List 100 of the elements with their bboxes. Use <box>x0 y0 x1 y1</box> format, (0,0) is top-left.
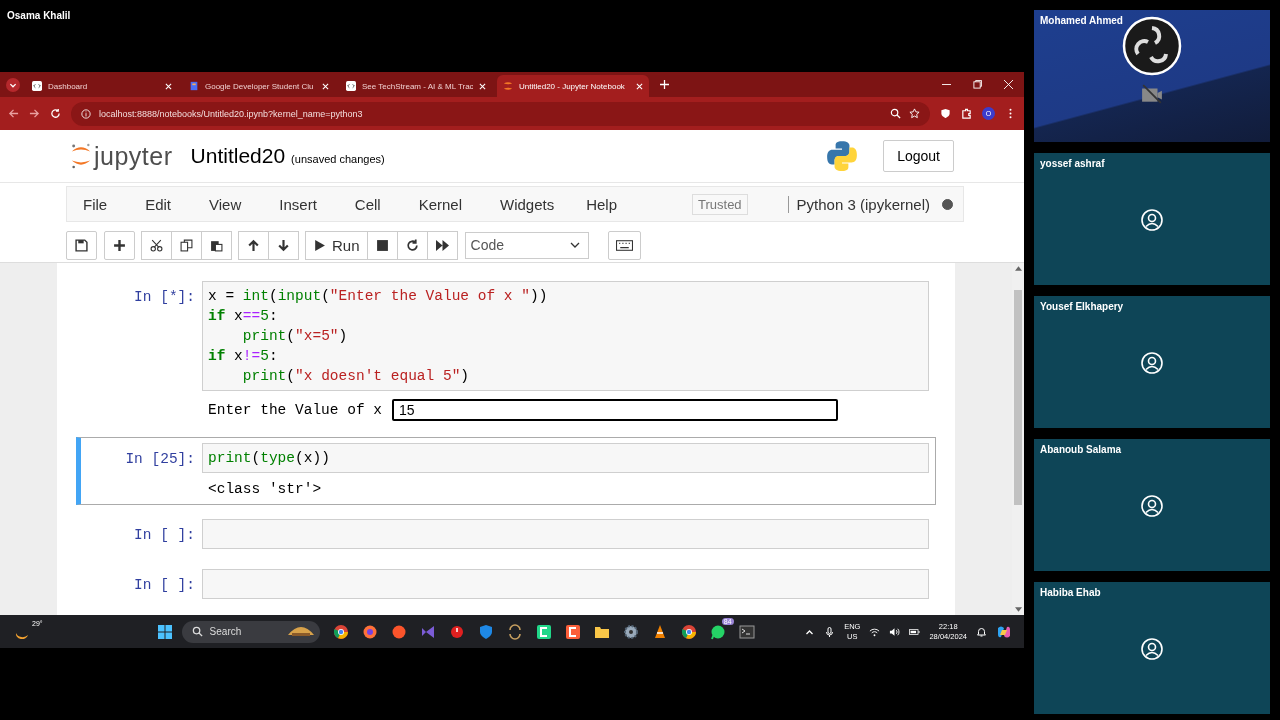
wifi-icon[interactable] <box>869 626 881 637</box>
arrow-down-icon <box>277 238 290 252</box>
star-icon[interactable] <box>909 108 920 119</box>
fast-forward-button[interactable] <box>426 230 458 260</box>
save-status: (unsaved changes) <box>291 153 385 165</box>
avatar-icon <box>1141 209 1163 231</box>
run-button[interactable]: Run <box>305 230 368 260</box>
cell-type-select[interactable]: Code <box>464 231 589 259</box>
fox-browser-icon[interactable] <box>361 623 378 640</box>
ribbon-icon[interactable] <box>419 623 436 640</box>
logout-button[interactable]: Logout <box>883 140 954 172</box>
participant-tile[interactable]: Mohamed Ahmed <box>1034 10 1270 142</box>
menu-item[interactable]: Insert <box>279 195 317 213</box>
gear-icon[interactable] <box>622 623 639 640</box>
menu-item[interactable]: Help <box>586 195 618 213</box>
puzzle-icon[interactable] <box>961 108 972 119</box>
input-field[interactable]: 15 <box>392 399 839 421</box>
reload-icon[interactable] <box>50 108 61 119</box>
brand-name: jupyter <box>94 141 173 171</box>
participant-tile[interactable]: Yousef Elkhapery <box>1034 296 1270 428</box>
plus-icon <box>113 238 126 252</box>
power-icon[interactable] <box>448 623 465 640</box>
stop-button[interactable] <box>366 230 398 260</box>
code-input[interactable] <box>202 569 929 599</box>
menu-item[interactable]: Edit <box>145 195 172 213</box>
kernel-name[interactable]: Python 3 (ipykernel) <box>787 195 930 213</box>
scissors-icon <box>150 238 163 252</box>
speaker-icon[interactable] <box>889 626 901 637</box>
code-input[interactable] <box>202 519 929 549</box>
menu-item[interactable]: Kernel <box>418 195 462 213</box>
forward-icon[interactable] <box>29 108 40 119</box>
notebook-cell[interactable]: In [ ]: <box>76 563 936 605</box>
menu-item[interactable]: View <box>209 195 242 213</box>
trusted-badge[interactable]: Trusted <box>692 193 748 215</box>
close-icon[interactable] <box>165 82 172 90</box>
notebook-cell[interactable]: In [ ]: <box>76 513 936 555</box>
close-icon[interactable] <box>636 82 643 90</box>
scrollbar-thumb[interactable] <box>1014 290 1022 505</box>
shield-icon[interactable] <box>940 108 951 119</box>
menu-item[interactable]: File <box>83 195 108 213</box>
round-browser-icon[interactable] <box>680 623 697 640</box>
copy-button[interactable] <box>171 230 202 260</box>
close-icon[interactable] <box>479 82 486 90</box>
close-icon[interactable] <box>1004 80 1013 89</box>
code-line: print("x doesn't equal 5") <box>241 367 471 386</box>
move-down-button[interactable] <box>268 230 299 260</box>
menu-item[interactable]: Widgets <box>500 195 555 213</box>
battery-icon[interactable] <box>909 626 921 637</box>
browser-tab[interactable]: Google Developer Student Clu <box>183 75 335 97</box>
cell-prompt: In [*]: <box>133 288 196 305</box>
menu-item[interactable]: Cell <box>354 195 381 213</box>
close-icon[interactable] <box>322 82 329 90</box>
chat-icon[interactable] <box>709 623 726 640</box>
back-icon[interactable] <box>8 108 19 119</box>
microphone-icon[interactable] <box>824 626 836 637</box>
scroll-down-icon[interactable] <box>1014 607 1022 612</box>
code-input[interactable]: x = int(input("Enter the Value of x ")) if x==5: print("x=5") if x!=5: print("x doesn't equal 5") <box>202 281 929 391</box>
code-tile-icon <box>346 81 356 91</box>
hat-icon <box>287 627 314 636</box>
round-browser-icon[interactable] <box>332 623 349 640</box>
restart-button[interactable] <box>396 230 428 260</box>
participant-tile[interactable]: Abanoub Salama <box>1034 439 1270 571</box>
search-field[interactable]: Search <box>181 620 320 643</box>
cell-prompt: In [25]: <box>124 450 196 467</box>
code-input[interactable]: print(type(x)) <box>202 443 929 473</box>
tab-search-icon[interactable] <box>6 77 20 92</box>
move-up-button[interactable] <box>238 230 269 260</box>
restore-icon[interactable] <box>973 80 982 89</box>
new-tab-icon[interactable] <box>660 80 669 89</box>
avatar-icon <box>1141 352 1163 374</box>
terminal-icon[interactable] <box>738 623 755 640</box>
keyboard-button[interactable] <box>607 230 641 260</box>
lion-browser-icon[interactable] <box>390 623 407 640</box>
notebook-cell[interactable]: In [25]: print(type(x)) <class 'str'> <box>76 437 936 505</box>
sync-icon[interactable] <box>506 623 523 640</box>
participant-tile[interactable]: yossef ashraf <box>1034 153 1270 285</box>
shield-icon[interactable] <box>477 623 494 640</box>
snake-logo-icon <box>825 139 860 173</box>
cut-button[interactable] <box>141 230 172 260</box>
participant-name: Habiba Ehab <box>1039 586 1102 598</box>
browser-tab[interactable]: See TechStream - AI & ML Trac <box>340 75 492 97</box>
bell-icon[interactable] <box>976 626 987 637</box>
save-button[interactable] <box>66 230 97 260</box>
paste-button[interactable] <box>201 230 232 260</box>
browser-tab[interactable]: Dashboard <box>26 75 178 97</box>
bracket-tile-icon[interactable] <box>535 623 552 640</box>
bracket-tile-icon[interactable] <box>564 623 581 640</box>
participant-tile[interactable]: Habiba Ehab <box>1034 582 1270 714</box>
notebook-title[interactable]: Untitled20 <box>190 144 286 168</box>
windows-icon[interactable] <box>156 623 173 640</box>
address-field[interactable]: localhost:8888/notebooks/Untitled20.ipynb?kernel_name=python3 <box>71 101 930 126</box>
zoom-icon[interactable] <box>890 108 901 119</box>
browser-tab[interactable]: Untitled20 - Jupyter Notebook <box>497 75 649 97</box>
scroll-up-icon[interactable] <box>1014 266 1022 271</box>
keyboard-icon <box>615 239 633 251</box>
info-icon <box>81 108 91 119</box>
flame-logo-icon <box>503 81 513 91</box>
notebook-cell[interactable]: In [*]: x = int(input("Enter the Value of x ")) if x==5: print("x=5") if x!=5: print("x doesn't equal 5") Enter the Value of x 15 <box>76 275 936 429</box>
add-cell-button[interactable] <box>104 230 135 260</box>
participant-name: yossef ashraf <box>1039 157 1106 169</box>
